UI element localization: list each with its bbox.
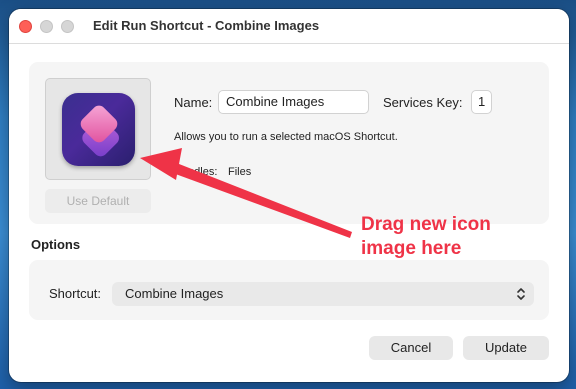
shortcut-select[interactable]: Combine Images <box>112 282 534 306</box>
minimize-window-button[interactable] <box>40 20 53 33</box>
handles-label: Handles: <box>174 166 218 178</box>
use-default-button[interactable]: Use Default <box>45 189 151 213</box>
services-key-field[interactable]: 1 <box>471 90 492 114</box>
options-section-title: Options <box>31 237 81 252</box>
services-key-label: Services Key: <box>383 95 463 110</box>
name-field[interactable]: Combine Images <box>218 90 369 114</box>
shortcut-select-value: Combine Images <box>125 286 224 301</box>
options-panel: Shortcut: Combine Images <box>29 260 549 320</box>
description-text: Allows you to run a selected macOS Short… <box>174 131 398 143</box>
shortcut-label: Shortcut: <box>49 286 102 301</box>
close-window-button[interactable] <box>19 20 32 33</box>
shortcut-details-panel: Use Default Name: Combine Images Service… <box>29 62 549 224</box>
icon-drop-well[interactable] <box>45 78 151 180</box>
zoom-window-button[interactable] <box>61 20 74 33</box>
annotation-text: Drag new icon image here <box>361 213 511 261</box>
shortcuts-app-icon <box>62 93 135 166</box>
name-label: Name: <box>174 95 213 110</box>
title-bar: Edit Run Shortcut - Combine Images <box>9 9 569 44</box>
window-title: Edit Run Shortcut - Combine Images <box>93 18 320 33</box>
chevron-up-down-icon <box>517 288 525 300</box>
handles-value: Files <box>228 166 252 178</box>
annotation-line-2: image here <box>361 238 462 259</box>
edit-shortcut-window: Edit Run Shortcut - Combine Images Use D… <box>9 9 569 382</box>
cancel-button[interactable]: Cancel <box>369 336 453 360</box>
annotation-line-1: Drag new icon <box>361 214 491 235</box>
update-button[interactable]: Update <box>463 336 549 360</box>
